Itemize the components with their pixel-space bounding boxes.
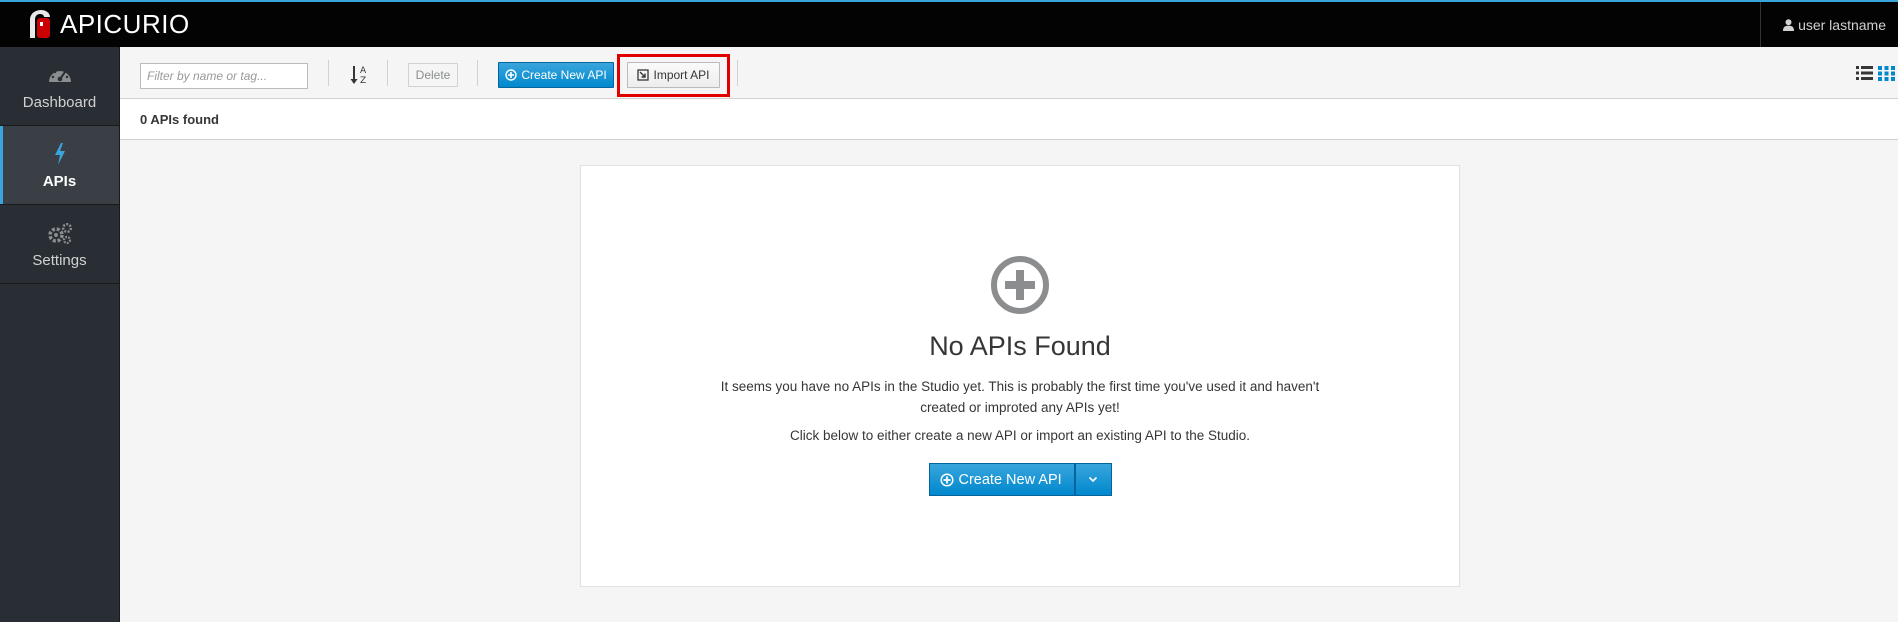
import-icon bbox=[637, 69, 650, 81]
import-api-label: Import API bbox=[653, 68, 710, 82]
empty-state-message: It seems you have no APIs in the Studio … bbox=[720, 379, 1320, 415]
sort-alpha-icon[interactable]: A Z bbox=[349, 63, 369, 87]
create-new-api-main-label: Create New API bbox=[958, 471, 1062, 488]
sidebar: Dashboard APIs Settings bbox=[0, 47, 120, 622]
create-api-dropdown-toggle[interactable] bbox=[1074, 463, 1112, 496]
sidebar-item-apis[interactable]: APIs bbox=[0, 126, 119, 205]
toolbar-divider bbox=[328, 60, 329, 86]
toolbar-divider bbox=[737, 60, 738, 86]
plus-circle-icon bbox=[505, 69, 518, 81]
top-navbar: APICURIO user lastname bbox=[0, 0, 1898, 47]
svg-text:A: A bbox=[360, 66, 367, 76]
results-count-bar: 0 APIs found bbox=[120, 99, 1898, 140]
svg-text:Z: Z bbox=[360, 76, 366, 86]
empty-state-card: No APIs Found It seems you have no APIs … bbox=[580, 165, 1460, 587]
card-view-icon[interactable] bbox=[1878, 65, 1895, 81]
brand[interactable]: APICURIO bbox=[0, 2, 190, 47]
sidebar-item-label: Settings bbox=[32, 251, 87, 269]
add-circle-icon bbox=[991, 256, 1049, 314]
user-icon bbox=[1783, 18, 1795, 31]
user-menu[interactable]: user lastname bbox=[1760, 2, 1898, 47]
create-new-api-label: Create New API bbox=[521, 68, 607, 82]
list-view-icon[interactable] bbox=[1856, 65, 1873, 81]
results-count: 0 APIs found bbox=[140, 111, 219, 127]
create-new-api-button[interactable]: Create New API bbox=[498, 62, 614, 88]
toolbar-divider bbox=[477, 60, 478, 86]
import-api-button[interactable]: Import API bbox=[627, 62, 720, 88]
chevron-down-icon bbox=[1088, 476, 1098, 483]
toolbar-divider bbox=[387, 60, 388, 86]
sidebar-item-settings[interactable]: Settings bbox=[0, 205, 119, 284]
bolt-icon bbox=[53, 141, 67, 167]
empty-state-title: No APIs Found bbox=[929, 331, 1111, 361]
dashboard-icon bbox=[47, 62, 73, 88]
sidebar-item-dashboard[interactable]: Dashboard bbox=[0, 47, 119, 126]
sidebar-item-label: Dashboard bbox=[22, 93, 97, 111]
toolbar: A Z Delete Create New API Import API bbox=[120, 47, 1898, 99]
delete-button[interactable]: Delete bbox=[408, 63, 458, 87]
create-new-api-main-button[interactable]: Create New API bbox=[928, 463, 1075, 496]
filter-input[interactable] bbox=[140, 63, 308, 89]
sidebar-item-label: APIs bbox=[42, 172, 77, 190]
user-name: user lastname bbox=[1798, 16, 1886, 33]
apicurio-logo-icon bbox=[30, 9, 50, 38]
plus-circle-icon bbox=[939, 472, 954, 487]
brand-name: APICURIO bbox=[60, 9, 190, 39]
gears-icon bbox=[47, 220, 73, 246]
empty-state-hint: Click below to either create a new API o… bbox=[790, 428, 1250, 443]
create-api-split-button: Create New API bbox=[928, 463, 1112, 496]
